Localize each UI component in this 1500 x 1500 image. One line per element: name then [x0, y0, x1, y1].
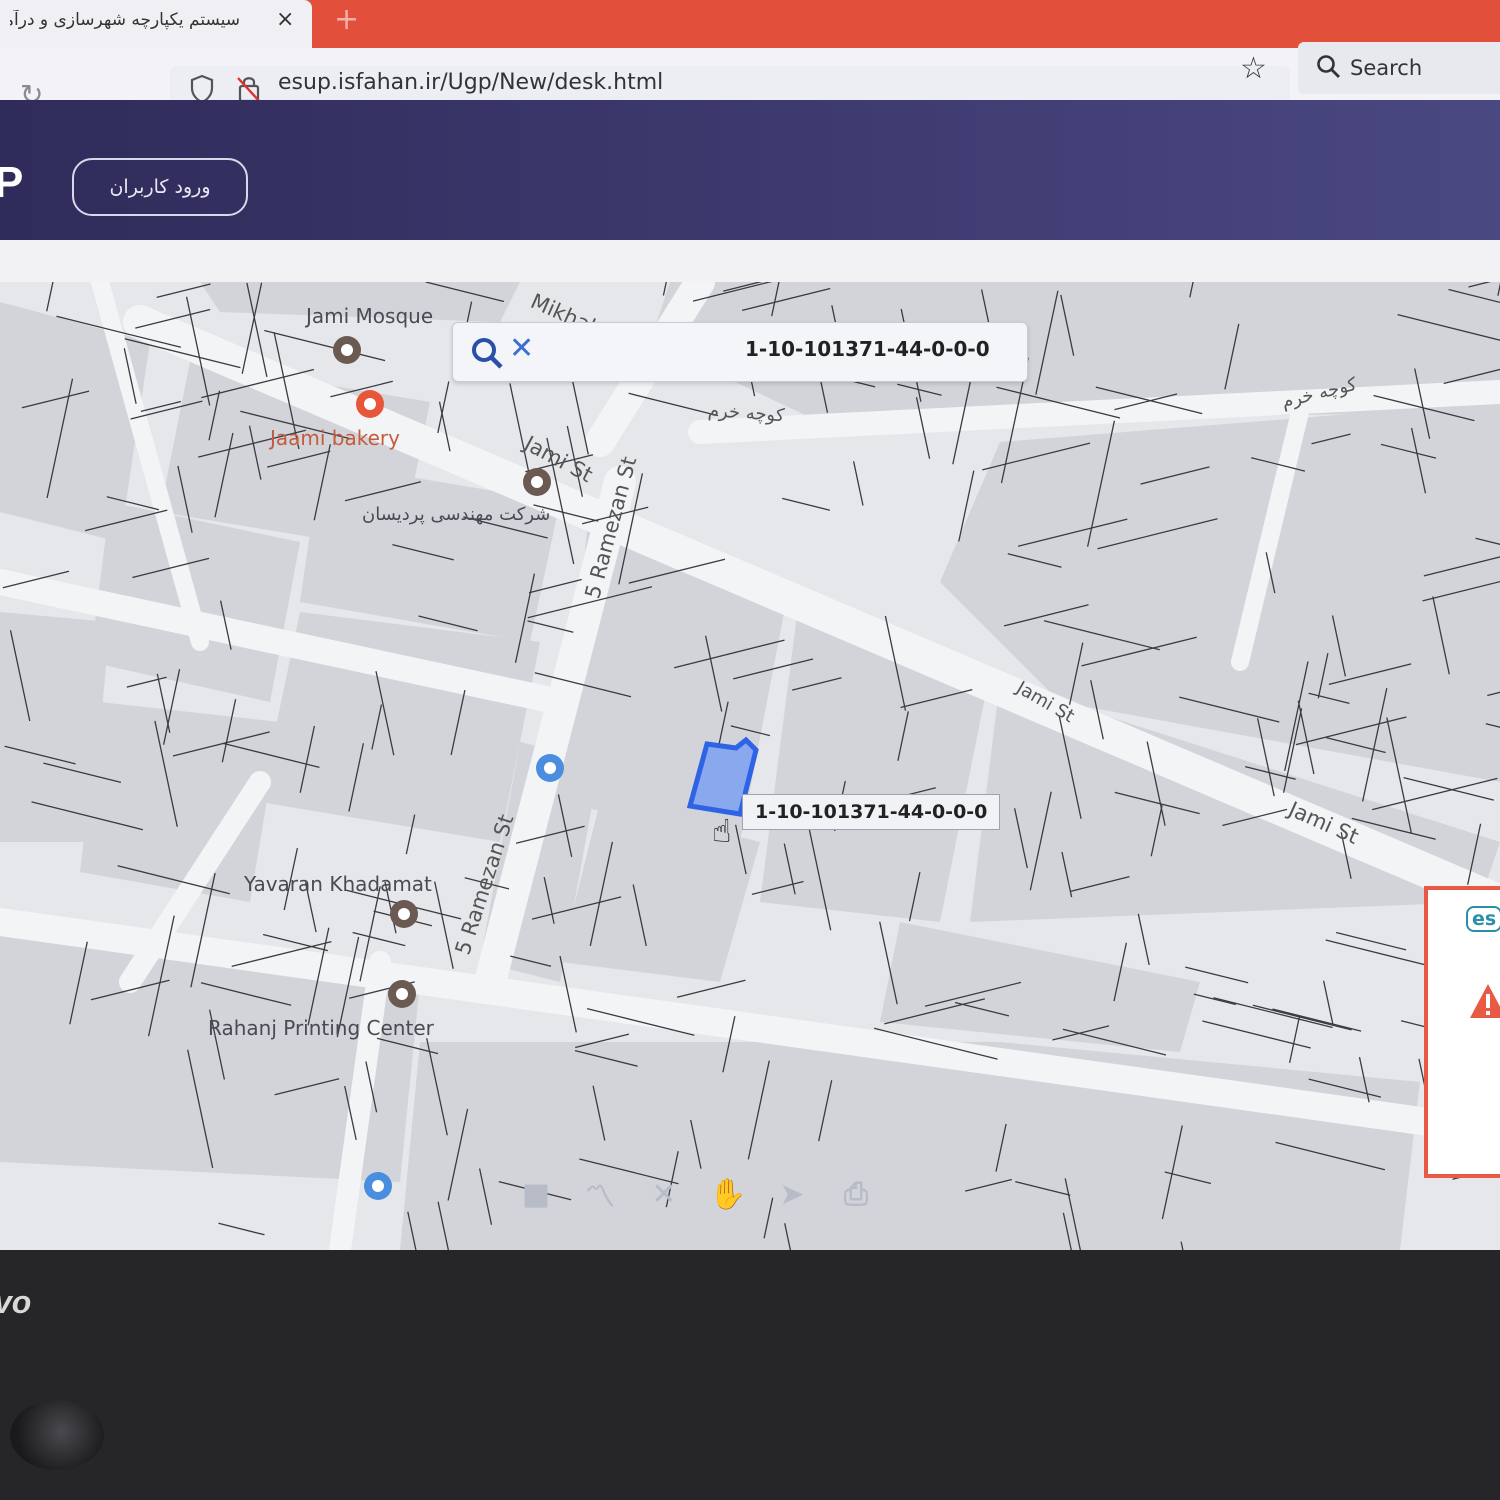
search-icon[interactable]	[469, 335, 505, 371]
parcel-boundary	[1185, 966, 1249, 984]
measure-tool-icon[interactable]: 〽	[582, 1176, 618, 1215]
parcel-boundary	[218, 1222, 265, 1236]
site-header: P ورود کاربران	[0, 100, 1500, 240]
screen: سیستم یکپارچه شهرسازی و درآمد. × + ↻ esu…	[0, 0, 1500, 1250]
search-label: Search	[1350, 56, 1423, 80]
parcel-map[interactable]	[0, 282, 1500, 1250]
parcel-boundary	[1202, 1020, 1311, 1049]
parcel-boundary	[1137, 913, 1150, 966]
restaurant-icon[interactable]	[356, 390, 384, 418]
clear-tool-icon[interactable]: ✕	[646, 1176, 682, 1212]
parcel-boundary	[1213, 997, 1333, 1029]
search-icon	[1317, 55, 1340, 78]
parcel-boundary	[140, 400, 182, 413]
label-jami-mosque: Jami Mosque	[306, 304, 434, 328]
hand-cursor-icon: ☝	[712, 812, 732, 850]
parcel-tooltip: 1-10-101371-44-0-0-0	[742, 794, 1001, 830]
tab-title: سیستم یکپارچه شهرسازی و درآمد.	[10, 10, 240, 30]
warning-icon	[1470, 984, 1500, 1018]
place-icon[interactable]	[388, 980, 416, 1008]
parcel-boundary	[1372, 777, 1498, 811]
laptop-bezel: vo	[0, 1250, 1500, 1500]
parcel-boundary	[126, 676, 167, 688]
parcel-boundary	[1193, 993, 1236, 1006]
shopping-bag-icon[interactable]	[536, 754, 564, 782]
url-text: esup.isfahan.ir/Ugp/New/desk.html	[278, 70, 664, 95]
parcel-search-value[interactable]: 1-10-101371-44-0-0-0	[745, 337, 990, 361]
tab-close-button[interactable]: ×	[276, 7, 294, 32]
parcel-boundary	[46, 282, 54, 312]
place-icon[interactable]	[390, 900, 418, 928]
webcam	[10, 1400, 104, 1470]
pan-hand-tool-icon[interactable]: ✋	[709, 1176, 746, 1212]
parcel-boundary	[1335, 931, 1407, 951]
parcel-boundary	[1272, 1008, 1362, 1032]
parcel-boundary	[352, 931, 406, 947]
parcel-boundary	[1325, 939, 1428, 967]
parcel-boundary	[1252, 1004, 1352, 1031]
map-view[interactable]: Jami Mosque Jaami bakery شرکت مهندسی پرد…	[0, 282, 1500, 1250]
clear-icon[interactable]: ✕	[509, 331, 534, 366]
label-company: شرکت مهندسی پردیسان	[362, 504, 551, 525]
browser-tab[interactable]: سیستم یکپارچه شهرسازی و درآمد. ×	[0, 0, 312, 48]
laptop-brand-logo: vo	[0, 1284, 32, 1320]
map-toolbar: ■ 〽 ✕ ✋ ➤ ⎙	[518, 1174, 874, 1216]
parcel-search-box[interactable]: ✕ 1-10-101371-44-0-0-0	[452, 322, 1028, 382]
parcel-boundary	[1403, 776, 1494, 801]
site-logo: P	[0, 158, 24, 207]
parcel-boundary	[676, 979, 746, 998]
shopping-bag-icon[interactable]	[364, 1172, 392, 1200]
print-tool-icon[interactable]: ⎙	[838, 1176, 874, 1212]
draw-polygon-tool-icon[interactable]: ■	[518, 1176, 554, 1212]
login-button[interactable]: ورود کاربران	[72, 158, 248, 216]
new-tab-button[interactable]: +	[334, 2, 359, 37]
panel-badge: es	[1466, 906, 1500, 932]
parcel-boundary	[569, 369, 589, 455]
label-rahanj-printing-center: Rahanj Printing Center	[208, 1016, 434, 1040]
parcel-boundary	[264, 329, 386, 362]
label-yavaran-khadamat: Yavaran Khadamat	[244, 872, 432, 896]
parcel-boundary	[434, 881, 454, 969]
mosque-icon[interactable]	[333, 336, 361, 364]
parcel-boundary	[1322, 980, 1334, 1025]
parcel-boundary	[852, 461, 864, 506]
parcel-boundary	[156, 283, 211, 299]
place-icon[interactable]	[523, 468, 551, 496]
label-jaami-bakery: Jaami bakery	[270, 426, 400, 450]
select-arrow-tool-icon[interactable]: ➤	[774, 1176, 810, 1212]
browser-tab-strip: سیستم یکپارچه شهرسازی و درآمد. × +	[0, 0, 1500, 48]
bookmark-star-icon[interactable]: ☆	[1240, 51, 1267, 86]
parcel-boundary	[628, 392, 719, 417]
side-panel: es	[1424, 886, 1500, 1178]
map-block	[880, 922, 1200, 1052]
parcel-boundary	[782, 497, 830, 511]
parcel-boundary	[437, 381, 450, 434]
parcel-boundary	[1288, 1015, 1301, 1064]
